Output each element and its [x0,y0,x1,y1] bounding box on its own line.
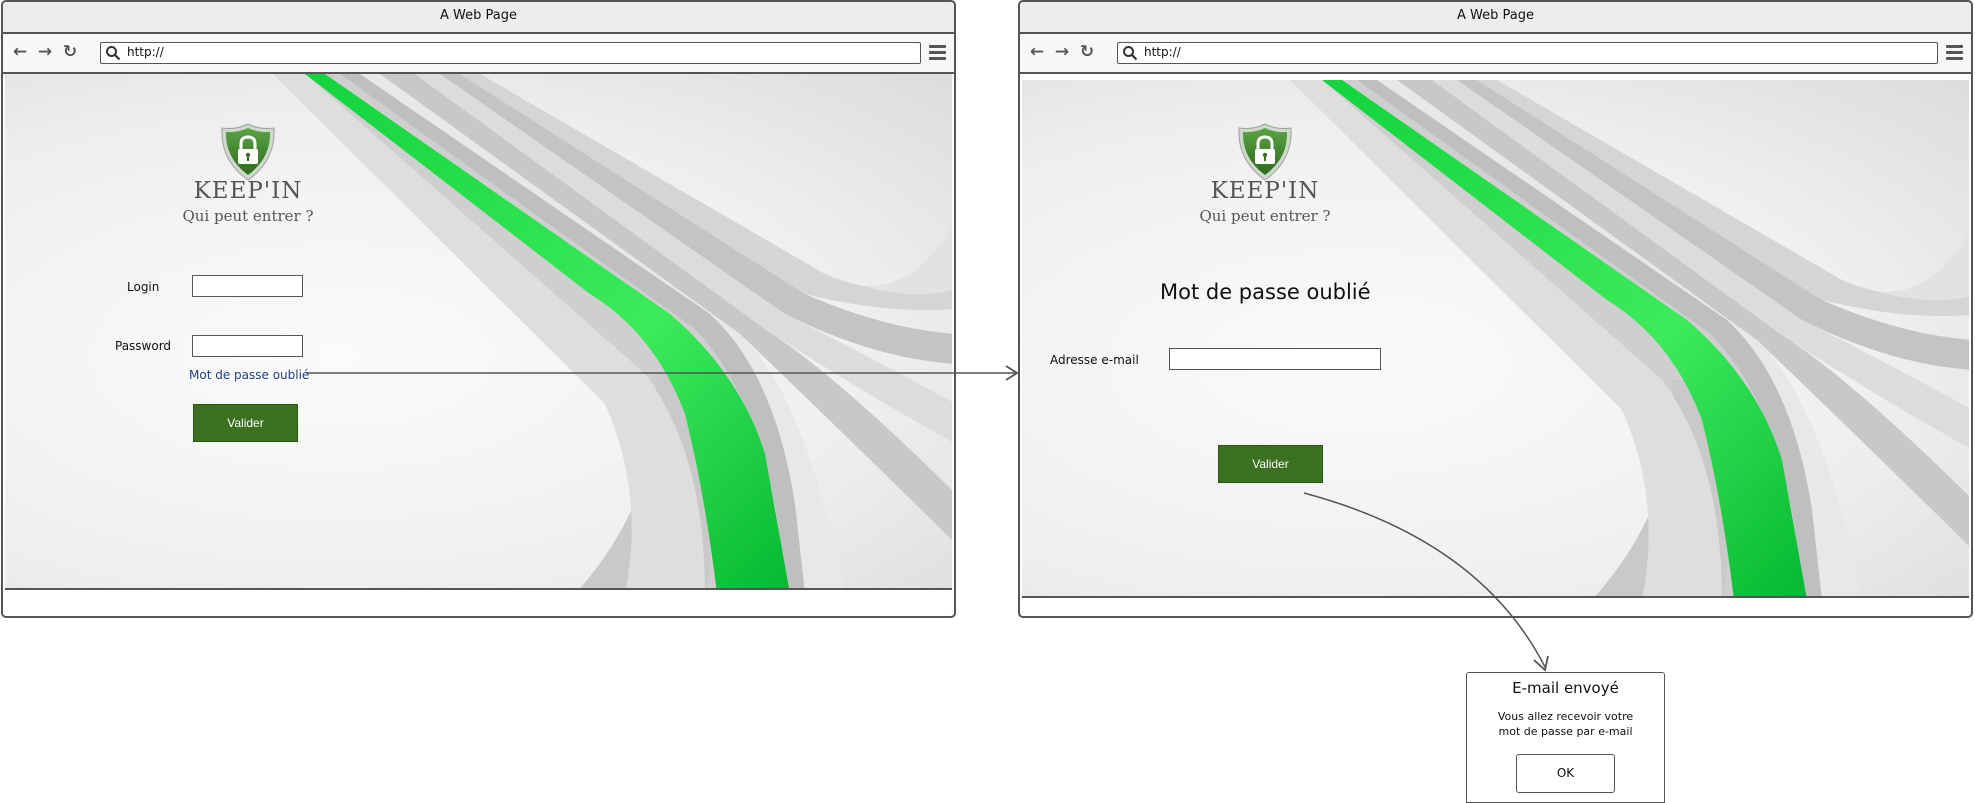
address-bar[interactable]: http:// [100,42,921,64]
submit-button[interactable]: Valider [1218,445,1323,483]
window-title: A Web Page [3,2,954,34]
email-sent-dialog: E-mail envoyé Vous allez recevoir votre … [1466,672,1665,803]
back-arrow-icon[interactable]: ← [1028,43,1046,61]
submit-button[interactable]: Valider [193,404,298,442]
brand-name: KEEP'IN [1210,178,1320,204]
forward-arrow-icon[interactable]: → [36,43,54,61]
login-label: Login [127,280,160,294]
password-label: Password [115,339,172,353]
browser-window-forgot-password: A Web Page ← → ↻ http:// KEEP'IN Qui peu… [1018,0,1973,618]
tagline: Qui peut entrer ? [1199,207,1331,225]
search-icon [1123,46,1138,61]
menu-icon[interactable] [1946,45,1963,63]
shield-lock-logo [220,122,276,182]
tagline: Qui peut entrer ? [182,207,314,225]
login-page: KEEP'IN Qui peut entrer ? Login Password… [5,74,952,590]
url-text: http:// [127,45,164,59]
forgot-password-page: KEEP'IN Qui peut entrer ? Mot de passe o… [1022,80,1969,598]
email-input[interactable] [1169,348,1381,370]
shield-lock-logo [1237,122,1293,182]
dialog-title: E-mail envoyé [1512,679,1619,697]
login-input[interactable] [192,275,303,297]
menu-icon[interactable] [929,45,946,63]
dialog-message: Vous allez recevoir votre mot de passe p… [1497,710,1634,738]
forgot-password-link[interactable]: Mot de passe oublié [189,368,309,382]
forward-arrow-icon[interactable]: → [1053,43,1071,61]
search-icon [106,46,121,61]
reload-icon[interactable]: ↻ [61,43,79,61]
arrowhead-icon [1005,365,1019,381]
browser-window-login: A Web Page ← → ↻ http:// KEEP'IN Qui peu… [1,0,956,618]
page-heading: Mot de passe oublié [1160,280,1371,304]
browser-navbar: ← → ↻ http:// [3,34,954,74]
background-stripes [1022,80,1969,598]
brand-name: KEEP'IN [193,178,303,204]
password-input[interactable] [192,335,303,357]
browser-navbar: ← → ↻ http:// [1020,34,1971,74]
email-label: Adresse e-mail [1050,353,1139,367]
url-text: http:// [1144,45,1181,59]
reload-icon[interactable]: ↻ [1078,43,1096,61]
ok-button[interactable]: OK [1516,754,1615,793]
back-arrow-icon[interactable]: ← [11,43,29,61]
address-bar[interactable]: http:// [1117,42,1938,64]
window-title: A Web Page [1020,2,1971,34]
background-stripes [5,74,952,590]
arrowhead-icon [1533,655,1549,672]
